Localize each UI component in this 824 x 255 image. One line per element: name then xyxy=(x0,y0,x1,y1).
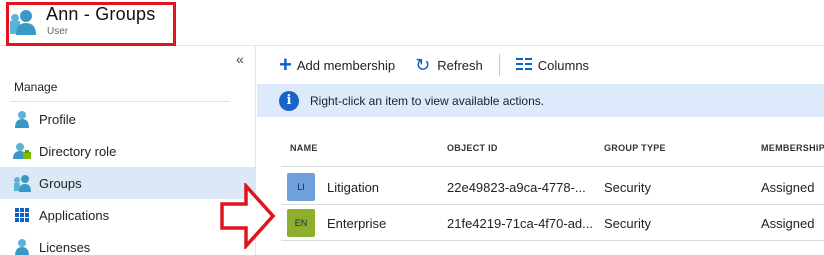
page-subtitle: User xyxy=(47,26,69,37)
sidebar-section-label: Manage xyxy=(14,80,58,94)
group-type: Security xyxy=(604,180,651,195)
membership-type: Assigned xyxy=(761,216,815,231)
sidebar-item-label: Groups xyxy=(39,175,82,191)
column-header-name[interactable]: NAME xyxy=(290,143,318,153)
sidebar-item-licenses[interactable]: Licenses xyxy=(0,231,256,255)
info-banner: i Right-click an item to view available … xyxy=(257,84,824,117)
sidebar-item-label: Directory role xyxy=(39,143,117,159)
page-title: Ann - Groups xyxy=(46,4,156,24)
info-text: Right-click an item to view available ac… xyxy=(310,93,545,108)
group-type: Security xyxy=(604,216,651,231)
columns-label: Columns xyxy=(537,57,590,73)
blade-header: Ann - Groups User xyxy=(0,0,824,46)
object-id: 21fe4219-71ca-4f70-ad... xyxy=(447,216,593,231)
object-id: 22e49823-a9ca-4778-... xyxy=(447,180,586,195)
annotation-arrow-icon xyxy=(220,183,276,249)
column-header-object-id[interactable]: OBJECT ID xyxy=(447,143,498,153)
refresh-label: Refresh xyxy=(437,57,483,73)
sidebar-item-label: Licenses xyxy=(39,239,91,255)
plus-icon: + xyxy=(279,52,292,77)
sidebar-item-groups[interactable]: Groups xyxy=(0,167,256,199)
sidebar-item-directory-role[interactable]: Directory role xyxy=(0,135,256,167)
group-name: Litigation xyxy=(327,180,380,195)
directory-role-icon xyxy=(13,142,31,160)
table-header: NAME OBJECT ID GROUP TYPE MEMBERSHIP xyxy=(281,131,824,167)
group-avatar: EN xyxy=(287,209,315,237)
membership-type: Assigned xyxy=(761,180,815,195)
refresh-icon: ↻ xyxy=(415,54,431,75)
info-icon: i xyxy=(279,90,299,111)
user-icon xyxy=(8,8,36,36)
column-header-group-type[interactable]: GROUP TYPE xyxy=(604,143,666,153)
sidebar-item-label: Applications xyxy=(39,207,110,223)
column-header-membership[interactable]: MEMBERSHIP xyxy=(761,143,824,153)
licenses-icon xyxy=(13,238,31,255)
add-membership-label: Add membership xyxy=(296,57,396,73)
table-row[interactable]: EN Enterprise 21fe4219-71ca-4f70-ad... S… xyxy=(281,205,824,241)
toolbar-divider xyxy=(498,54,500,76)
applications-grid-icon xyxy=(13,206,31,224)
group-avatar: LI xyxy=(287,173,315,201)
table-row[interactable]: LI Litigation 22e49823-a9ca-4778-... Sec… xyxy=(281,169,824,205)
sidebar-item-label: Profile xyxy=(39,111,76,127)
sidebar-item-applications[interactable]: Applications xyxy=(0,199,256,231)
sidebar-item-profile[interactable]: Profile xyxy=(0,103,256,135)
add-membership-button[interactable]: + Add membership xyxy=(257,51,395,79)
command-bar: + Add membership ↻ Refresh Columns xyxy=(257,46,824,84)
sidebar: « Manage Profile Directory role Groups A… xyxy=(0,46,256,255)
collapse-sidebar-button[interactable]: « xyxy=(236,51,244,67)
columns-button[interactable]: Columns xyxy=(515,51,590,79)
columns-icon xyxy=(515,57,532,73)
section-divider xyxy=(10,101,230,102)
group-name: Enterprise xyxy=(327,216,387,231)
user-icon xyxy=(13,110,31,128)
groups-icon xyxy=(13,174,31,192)
refresh-button[interactable]: ↻ Refresh xyxy=(395,51,483,79)
